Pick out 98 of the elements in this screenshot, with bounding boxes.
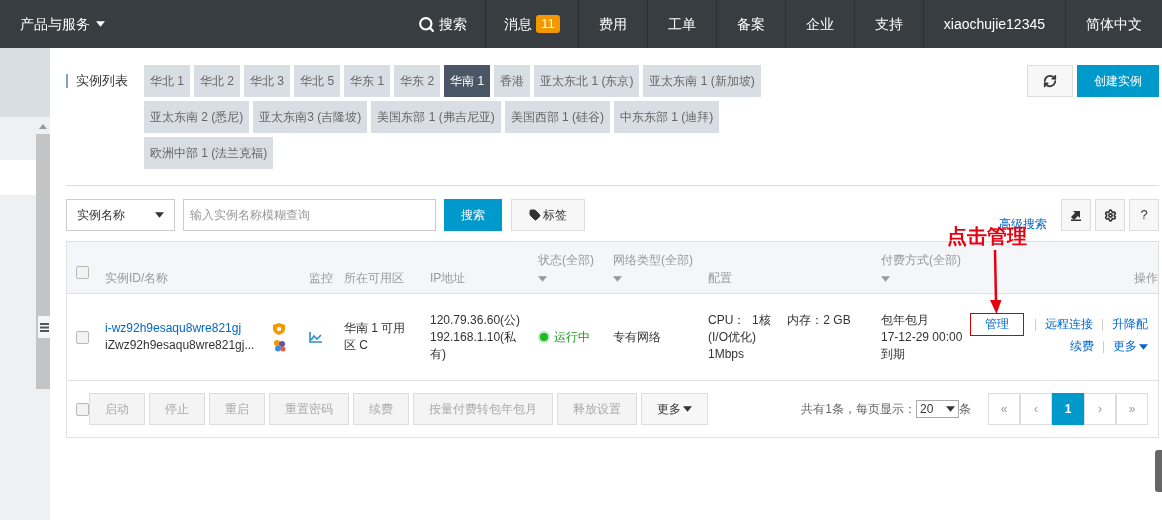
pagination-button[interactable]: » <box>1116 393 1148 425</box>
nav-item[interactable]: xiaochujie12345 <box>922 0 1065 48</box>
region-tab[interactable]: 亚太东南3 (吉隆坡) <box>253 101 368 133</box>
page-title: 实例列表 <box>76 72 128 91</box>
region-tab[interactable]: 亚太东北 1 (东京) <box>534 65 640 97</box>
region-tab[interactable]: 华北 5 <box>294 65 341 97</box>
chart-icon[interactable] <box>309 331 322 343</box>
nav-item[interactable]: 支持 <box>853 0 923 48</box>
shield-icon[interactable] <box>273 322 285 335</box>
instance-name: iZwz92h9esaqu8wre821gj... <box>105 337 256 354</box>
column-header[interactable]: 付费方式(全部) <box>881 251 967 287</box>
search-icon <box>418 15 436 33</box>
search-link[interactable]: 搜索 <box>400 0 486 48</box>
annotation-arrow <box>990 250 1002 314</box>
ip-address: 120.79.36.60(公) <box>430 311 522 329</box>
settings-button[interactable] <box>1095 199 1125 231</box>
nav-item[interactable]: 企业 <box>784 0 854 48</box>
caret-icon <box>683 406 692 412</box>
nav-item[interactable]: 简体中文 <box>1065 0 1162 48</box>
filter-select[interactable]: 实例名称 <box>66 199 175 231</box>
products-menu[interactable]: 产品与服务 <box>0 0 125 48</box>
column-header: 监控 <box>309 270 334 287</box>
bulk-action-button[interactable]: 更多 <box>641 393 708 425</box>
billing-text: 到期 <box>881 345 906 363</box>
caret-icon <box>946 406 955 412</box>
pagination-button[interactable]: ‹ <box>1020 393 1052 425</box>
region-tab[interactable]: 华东 1 <box>344 65 391 97</box>
config-text: (I/O优化) <box>708 328 757 346</box>
scrollbar[interactable] <box>36 117 50 520</box>
action-link[interactable]: 远程连接 <box>1045 316 1093 333</box>
pagination-button[interactable]: « <box>988 393 1020 425</box>
side-tab[interactable] <box>1155 450 1162 492</box>
config-text: 1Mbps <box>708 345 746 363</box>
checkbox[interactable] <box>75 330 89 344</box>
sidebar-panel <box>0 48 50 117</box>
caret-icon <box>155 212 164 218</box>
column-header[interactable]: 网络类型(全部) <box>613 251 700 287</box>
tag-icon <box>529 209 541 221</box>
ip-address: 192.168.1.10(私有) <box>430 328 518 363</box>
column-header: IP地址 <box>430 270 467 287</box>
region-tab[interactable]: 华北 2 <box>194 65 241 97</box>
refresh-icon <box>1043 74 1057 88</box>
pagination-button[interactable]: › <box>1084 393 1116 425</box>
nav-item[interactable]: 消息 11 <box>485 0 578 48</box>
scroll-up-icon <box>39 124 47 129</box>
region-tab[interactable]: 华北 1 <box>144 65 190 97</box>
column-header: 操作 <box>1134 270 1158 287</box>
caret-icon <box>538 275 547 282</box>
billing-text: 包年包月 <box>881 311 930 329</box>
checkbox[interactable] <box>75 402 89 416</box>
caret-icon <box>881 275 890 282</box>
action-link[interactable]: 更多 <box>1113 338 1148 355</box>
zone-text: 华南 1 可用区 C <box>344 321 406 352</box>
nav-item[interactable]: 费用 <box>577 0 647 48</box>
refresh-button[interactable] <box>1027 65 1073 97</box>
create-instance-button[interactable]: 创建实例 <box>1077 65 1159 97</box>
help-button[interactable]: ? <box>1129 199 1159 231</box>
unit-text: 条 <box>959 401 971 418</box>
region-tab[interactable]: 欧洲中部 1 (法兰克福) <box>144 137 274 169</box>
column-header: 实例ID/名称 <box>105 270 170 287</box>
region-tab[interactable]: 香港 <box>494 65 531 97</box>
column-header: 配置 <box>708 270 733 287</box>
export-button[interactable] <box>1061 199 1091 231</box>
export-icon <box>1070 209 1082 221</box>
scrollbar-thumb[interactable] <box>36 134 50 389</box>
settings-icon <box>1103 208 1117 222</box>
region-tab[interactable]: 亚太东南 2 (悉尼) <box>144 101 250 133</box>
instance-id-link[interactable]: i-wz92h9esaqu8wre821gj <box>105 320 265 337</box>
pagination-button[interactable]: 1 <box>1052 393 1084 425</box>
tag-button[interactable]: 标签 <box>511 199 585 231</box>
region-tab[interactable]: 华北 3 <box>244 65 291 97</box>
caret-icon <box>613 275 622 282</box>
nav-item[interactable]: 备案 <box>715 0 785 48</box>
total-text: 共有1条，每页显示： <box>801 401 916 418</box>
config-text: CPU： 1核 内存：2 GB <box>708 311 852 329</box>
status-text: 运行中 <box>554 328 590 346</box>
sidebar-toggle[interactable] <box>38 316 50 338</box>
nav-item[interactable]: 工单 <box>646 0 716 48</box>
search-field[interactable]: 输入实例名称模糊查询 <box>183 199 436 231</box>
page-size-select[interactable]: 20 <box>916 400 959 418</box>
column-header: 所在可用区 <box>344 270 405 287</box>
list-icon <box>39 322 49 332</box>
caret-icon <box>96 21 105 27</box>
search-button[interactable]: 搜索 <box>444 199 502 231</box>
region-tab[interactable]: 华东 2 <box>394 65 441 97</box>
column-header[interactable]: 状态(全部) <box>538 251 605 287</box>
action-link[interactable]: 管理 <box>970 313 1024 336</box>
action-link[interactable]: 续费 <box>1070 338 1094 355</box>
region-tab[interactable]: 美国西部 1 (硅谷) <box>504 101 611 133</box>
network-type: 专有网络 <box>613 329 661 344</box>
region-tab[interactable]: 华南 1 <box>444 65 491 97</box>
caret-icon <box>1139 343 1148 350</box>
region-tab[interactable]: 中东东部 1 (迪拜) <box>614 101 720 133</box>
action-link[interactable]: 升降配 <box>1112 316 1148 333</box>
message-count-badge: 11 <box>536 15 560 33</box>
region-tab[interactable]: 亚太东南 1 (新加坡) <box>643 65 761 97</box>
checkbox[interactable] <box>75 266 89 279</box>
region-tab[interactable]: 美国东部 1 (弗吉尼亚) <box>371 101 501 133</box>
